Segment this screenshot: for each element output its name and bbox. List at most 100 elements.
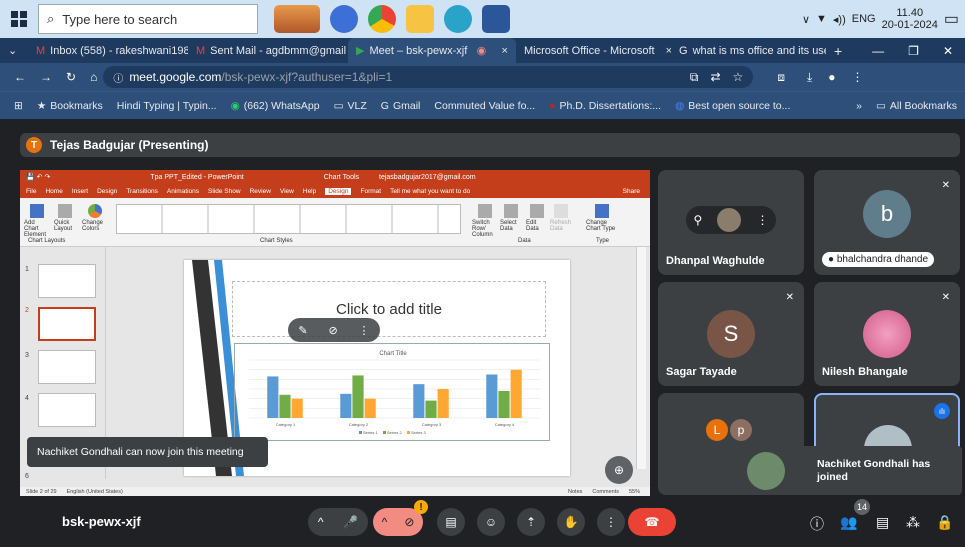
zoom-icon[interactable]: ⊕ (605, 456, 633, 484)
more-bookmarks-button[interactable]: » (856, 100, 862, 112)
slide-number: 6 (25, 473, 29, 480)
activities-icon[interactable]: ⁂ (906, 514, 920, 531)
file-explorer-icon[interactable] (406, 5, 434, 33)
bookmark-hindi-typing[interactable]: Hindi Typing | Typin... (117, 100, 217, 112)
people-icon[interactable]: 👥 (840, 514, 857, 531)
meet-control-bar: bsk-pewx-xjf ^ 🎤 ^ ⊘ ! ▤ ☺ ⇡ ✋ ⋮ ☎ ⓘ 👥 14 … (0, 497, 965, 547)
participant-tile[interactable]: ✕ b ● bhalchandra dhande (814, 170, 960, 275)
chevron-up-icon[interactable]: ^ (382, 515, 388, 529)
mic-off-icon: ✕ (941, 292, 950, 303)
emoji-button[interactable]: ☺ (477, 508, 505, 536)
chevron-up-icon[interactable]: ^ (318, 515, 324, 529)
network-icon[interactable]: ▼ (816, 13, 827, 25)
menu-icon[interactable]: ⋮ (852, 70, 864, 84)
participant-name: Dhanpal Waghulde (666, 255, 765, 267)
comments-label: Comments (592, 488, 619, 495)
pin-icon[interactable]: ✎ (298, 324, 307, 337)
close-icon[interactable]: × (660, 45, 671, 57)
mute-icon[interactable]: ⊘ (328, 324, 337, 337)
tab-label: Meet – bsk-pewx-xjf (369, 44, 468, 57)
news-widget-icon[interactable] (274, 5, 320, 33)
all-bookmarks-button[interactable]: ▭ All Bookmarks (876, 100, 957, 112)
forward-icon[interactable]: → (40, 70, 52, 84)
address-bar[interactable]: ⓘ meet.google.com/bsk-pewx-xjf?authuser=… (103, 66, 754, 88)
language-status: English (United States) (66, 488, 123, 495)
raise-hand-button[interactable]: ✋ (557, 508, 585, 536)
back-icon[interactable]: ← (14, 70, 26, 84)
tab-sent-mail[interactable]: MSent Mail - agdbmm@gmail× (188, 38, 348, 63)
bookmark-open-source[interactable]: ◍ Best open source to... (675, 100, 790, 112)
notification-icon[interactable]: ▭ (944, 9, 959, 29)
language-indicator[interactable]: ENG (852, 13, 876, 25)
apps-icon[interactable]: ⊞ (14, 100, 23, 112)
participant-tile[interactable]: ✕ Nilesh Bhangale (814, 282, 960, 386)
avatar (747, 452, 785, 490)
extensions-icon[interactable]: ⧈ (777, 70, 785, 85)
volume-icon[interactable]: ◂)) (833, 13, 846, 26)
tab-gmail-inbox[interactable]: MInbox (558) - rakeshwani198× (28, 38, 188, 63)
chat-icon[interactable]: ▤ (876, 514, 889, 531)
info-icon[interactable]: ⓘ (810, 514, 824, 534)
slide-thumbnail (38, 393, 96, 427)
open-in-app-icon[interactable]: ⧉ (690, 70, 699, 85)
present-button[interactable]: ⇡ (517, 508, 545, 536)
chart-tools-label: Chart Tools (323, 173, 360, 181)
bookmark-label: Hindi Typing | Typin... (116, 99, 217, 112)
chart-bar (291, 398, 303, 418)
ribbon-label: Add Chart Element (24, 220, 47, 238)
bookmark-vlz[interactable]: ▭ VLZ (334, 100, 367, 112)
close-window-icon[interactable]: ✕ (943, 44, 953, 58)
more-options-icon[interactable]: ⋮ (756, 213, 768, 227)
chart-bar (425, 400, 437, 418)
tab-meet[interactable]: ▶ Meet – bsk-pewx-xjf ◉ × (348, 38, 516, 63)
profile-icon[interactable]: ● (828, 70, 835, 84)
windows-start-icon[interactable] (0, 0, 38, 38)
restore-icon[interactable]: ❐ (908, 44, 919, 58)
change-chart-type: Change Chart Type (586, 204, 618, 232)
mic-button[interactable]: ^ 🎤 (308, 508, 368, 536)
more-options-button[interactable]: ⋮ (597, 508, 625, 536)
translate-icon[interactable]: ⇄ (710, 70, 720, 85)
chrome-icon[interactable] (368, 5, 396, 33)
chevron-up-icon[interactable]: ∨ (802, 13, 810, 26)
new-tab-button[interactable]: + (826, 38, 850, 63)
tell-me: Tell me what you want to do (390, 187, 471, 195)
word-icon[interactable] (482, 5, 510, 33)
home-icon[interactable]: ⌂ (90, 70, 97, 84)
participant-tile[interactable]: ✕ S Sagar Tayade (658, 282, 804, 386)
tab-search-result[interactable]: Gwhat is ms office and its use× (671, 38, 826, 63)
bookmark-commuted-value[interactable]: Commuted Value fo... (434, 100, 535, 112)
bookmark-phd[interactable]: ● Ph.D. Dissertations:... (549, 100, 661, 112)
app-icon[interactable] (330, 5, 358, 33)
chart-styles-gallery (116, 204, 461, 234)
emoji-icon: ☺ (484, 515, 498, 529)
type-group-label: Type (596, 238, 610, 244)
bookmark-gmail[interactable]: G Gmail (381, 100, 421, 112)
reload-icon[interactable]: ↻ (66, 70, 76, 84)
pin-icon[interactable]: ⚲ (694, 213, 703, 227)
bookmark-whatsapp[interactable]: ◉ (662) WhatsApp (231, 100, 320, 112)
clock[interactable]: 11.40 20-01-2024 (882, 7, 938, 31)
captions-button[interactable]: ▤ (437, 508, 465, 536)
tab-microsoft-office[interactable]: Microsoft Office - Microsoft × (516, 38, 671, 63)
tab-search-icon[interactable]: ⌄ (0, 38, 28, 63)
minimize-icon[interactable]: — (872, 44, 884, 58)
join-notification: Nachiket Gondhali can now join this meet… (27, 437, 268, 467)
ppt-status-bar: Slide 2 of 29 English (United States) No… (20, 487, 650, 496)
download-icon[interactable]: ⤓ (807, 70, 812, 85)
notes-label: Notes (568, 488, 583, 495)
app-icon[interactable] (444, 5, 472, 33)
ribbon-label: Select Data (500, 220, 517, 232)
site-info-icon[interactable]: ⓘ (113, 70, 123, 85)
bookmark-label: Commuted Value fo... (434, 99, 536, 112)
presenter-label: Tejas Badgujar (Presenting) (50, 138, 209, 152)
clock-date: 20-01-2024 (881, 19, 938, 31)
close-icon[interactable]: × (496, 45, 508, 57)
end-call-button[interactable]: ☎ (628, 508, 676, 536)
taskbar-search[interactable]: ⌕ Type here to search (38, 4, 258, 34)
more-options-icon[interactable]: ⋮ (359, 324, 370, 337)
participant-tile[interactable]: ⚲ ⋮ Dhanpal Waghulde (658, 170, 804, 275)
bookmark-bookmarks[interactable]: ★ Bookmarks (37, 100, 103, 112)
host-controls-icon[interactable]: 🔒 (936, 514, 953, 531)
bookmark-star-icon[interactable]: ☆ (733, 70, 744, 85)
